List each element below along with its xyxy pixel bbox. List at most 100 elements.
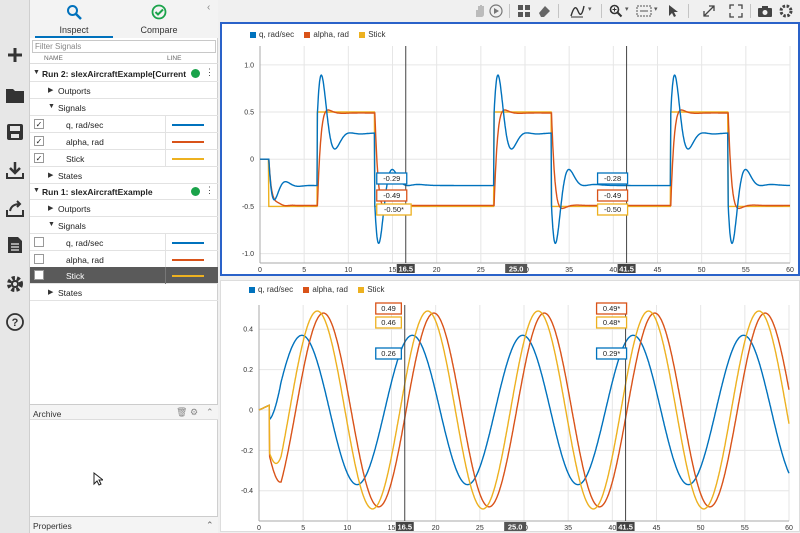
expand-icon[interactable]: ▶	[48, 204, 53, 212]
signal-checkbox[interactable]: ✓	[34, 153, 44, 163]
hand-icon[interactable]	[472, 3, 488, 19]
share-icon[interactable]	[4, 197, 26, 219]
run-menu-icon[interactable]: ⋮	[205, 67, 214, 78]
tree-row-outports[interactable]: ▶ Outports	[30, 82, 218, 99]
legend-item: alpha, rad	[304, 30, 349, 39]
cursor-delta-label: 25.0	[509, 265, 524, 274]
help-icon[interactable]: ?	[4, 311, 26, 333]
collapse-icon[interactable]: ▼	[48, 221, 55, 228]
expand-icon[interactable]: ▶	[48, 171, 53, 179]
tree-row-signals[interactable]: ▼ Signals	[30, 99, 218, 116]
signal-checkbox[interactable]	[34, 270, 44, 280]
save-icon[interactable]	[4, 121, 26, 143]
y-tick-label: 0.4	[243, 327, 253, 334]
datatip-label: -0.28	[604, 174, 621, 183]
tree-row-outports[interactable]: ▶ Outports	[30, 200, 218, 217]
signal-checkbox[interactable]: ✓	[34, 119, 44, 129]
expand-icon[interactable]	[701, 3, 717, 19]
signal-row[interactable]: ✓ q, rad/sec	[30, 116, 218, 133]
filter-signals-input[interactable]: Filter Signals	[32, 40, 216, 53]
tab-inspect[interactable]: Inspect	[35, 0, 113, 38]
eraser-icon[interactable]	[536, 3, 552, 19]
dropdown-arrow-icon[interactable]: ▾	[654, 5, 658, 13]
group-label: Outports	[58, 204, 91, 214]
expand-icon[interactable]: ▶	[48, 86, 53, 94]
signal-line-swatch[interactable]	[172, 141, 204, 143]
legend-swatch	[358, 286, 365, 293]
plot-top[interactable]: 0510152025303540455055601.00.50-0.5-1.01…	[220, 22, 800, 276]
expand-up-icon[interactable]: ⌃	[206, 407, 214, 418]
dropdown-arrow-icon[interactable]: ▾	[625, 5, 629, 13]
legend-swatch	[249, 286, 255, 293]
folder-icon[interactable]	[4, 84, 26, 106]
legend-label: q, rad/sec	[258, 285, 294, 294]
tab-compare[interactable]: Compare	[120, 0, 198, 38]
datatip-label: -0.29	[383, 174, 400, 183]
x-tick-label: 5	[301, 525, 305, 531]
settings-icon[interactable]: ⚙	[190, 407, 198, 418]
run-row-2[interactable]: ▼ Run 2: slexAircraftExample[Current] ⋮	[30, 65, 218, 82]
tab-compare-label: Compare	[140, 25, 178, 35]
signal-checkbox[interactable]	[34, 254, 44, 264]
tree-row-signals[interactable]: ▼ Signals	[30, 217, 218, 234]
y-tick-label: 0	[249, 407, 253, 414]
signal-row[interactable]: ✓ Stick	[30, 150, 218, 167]
settings-icon[interactable]	[778, 3, 794, 19]
gear-icon[interactable]	[4, 273, 26, 295]
signal-row[interactable]: ✓ alpha, rad	[30, 133, 218, 150]
x-tick-label: 15	[388, 525, 396, 531]
run-label: Run 1: slexAircraftExample	[42, 187, 153, 197]
run-menu-icon[interactable]: ⋮	[205, 185, 214, 196]
fullscreen-icon[interactable]	[728, 3, 744, 19]
signal-line-swatch[interactable]	[172, 275, 204, 277]
signal-line-swatch[interactable]	[172, 259, 204, 261]
cursor-icon[interactable]	[665, 3, 681, 19]
signal-row-selected[interactable]: Stick	[30, 267, 218, 284]
datatip-label: 0.26	[381, 349, 396, 358]
trash-icon[interactable]: 🗑	[176, 407, 187, 418]
datatip-label: -0.50*	[384, 205, 404, 214]
properties-section-header[interactable]: Properties ⌃	[30, 516, 218, 533]
tree-row-states[interactable]: ▶ States	[30, 284, 218, 301]
collapse-icon[interactable]: ▼	[33, 187, 40, 194]
signal-checkbox[interactable]	[34, 237, 44, 247]
archive-section-header[interactable]: Archive 🗑 ⚙ ⌃	[30, 404, 218, 420]
zoom-icon[interactable]	[608, 3, 624, 19]
group-label: Signals	[58, 103, 86, 113]
legend-label: Stick	[367, 285, 385, 294]
x-tick-label: 15	[389, 267, 397, 274]
dropdown-arrow-icon[interactable]: ▾	[588, 5, 592, 13]
camera-icon[interactable]	[757, 3, 773, 19]
x-tick-label: 60	[786, 267, 794, 274]
play-icon[interactable]	[488, 3, 504, 19]
chart-bottom[interactable]: 0510152025303540455055600.40.20-0.2-0.41…	[221, 281, 799, 531]
tree-row-states[interactable]: ▶ States	[30, 167, 218, 184]
datatip-label: -0.49	[383, 191, 400, 200]
signal-label: Stick	[66, 271, 85, 281]
collapse-panel-icon[interactable]: ‹	[207, 2, 210, 13]
report-icon[interactable]	[4, 234, 26, 256]
signal-line-swatch[interactable]	[172, 158, 204, 160]
signal-line-swatch[interactable]	[172, 242, 204, 244]
layout-grid-icon[interactable]	[516, 3, 532, 19]
expand-up-icon[interactable]: ⌃	[206, 520, 214, 531]
run-row-1[interactable]: ▼ Run 1: slexAircraftExample ⋮	[30, 183, 218, 200]
signal-row[interactable]: q, rad/sec	[30, 234, 218, 251]
signal-row[interactable]: alpha, rad	[30, 251, 218, 268]
group-label: States	[58, 171, 83, 181]
panel-tabs: Inspect Compare ‹	[30, 0, 218, 38]
signal-line-swatch[interactable]	[172, 124, 204, 126]
plus-icon[interactable]	[4, 44, 26, 66]
plot-bottom[interactable]: 0510152025303540455055600.40.20-0.2-0.41…	[220, 280, 800, 532]
cursor-label: 16.5	[397, 523, 412, 532]
collapse-icon[interactable]: ▼	[48, 103, 55, 110]
datatip-label: -0.50	[604, 205, 621, 214]
fit-icon[interactable]	[636, 3, 652, 19]
download-icon[interactable]	[4, 159, 26, 181]
toolbar-divider	[688, 4, 689, 18]
expand-icon[interactable]: ▶	[48, 288, 53, 296]
collapse-icon[interactable]: ▼	[33, 69, 40, 76]
chart-top[interactable]: 0510152025303540455055601.00.50-0.5-1.01…	[222, 24, 798, 274]
signal-checkbox[interactable]: ✓	[34, 136, 44, 146]
signal-style-icon[interactable]	[570, 3, 586, 19]
